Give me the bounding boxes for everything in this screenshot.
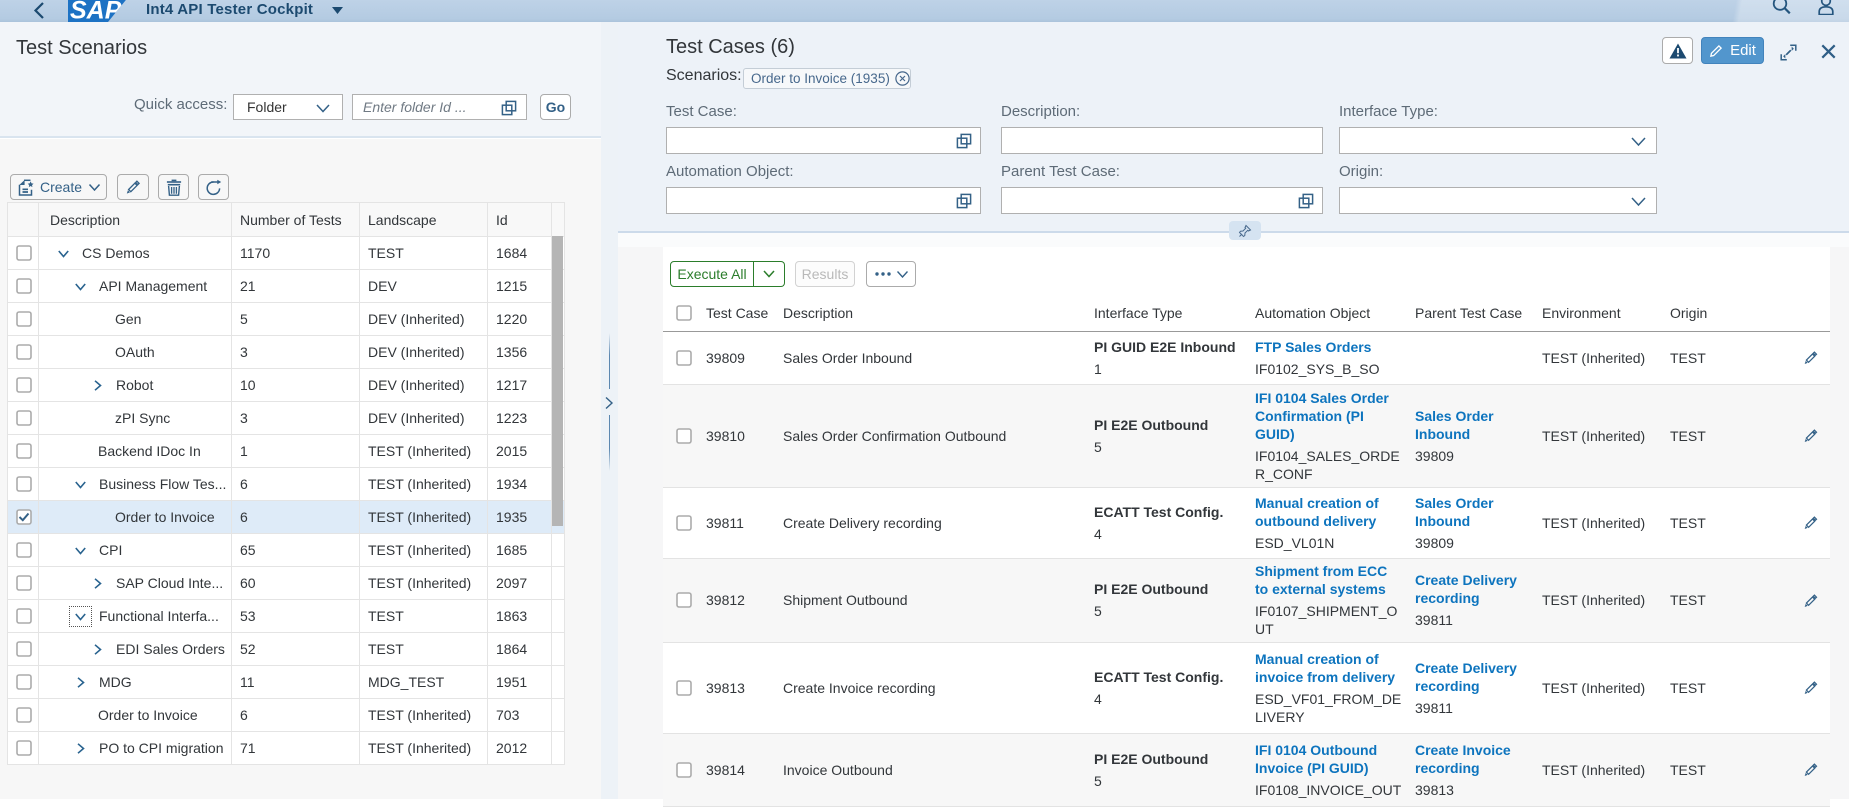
svg-text:SAP: SAP xyxy=(70,0,122,22)
